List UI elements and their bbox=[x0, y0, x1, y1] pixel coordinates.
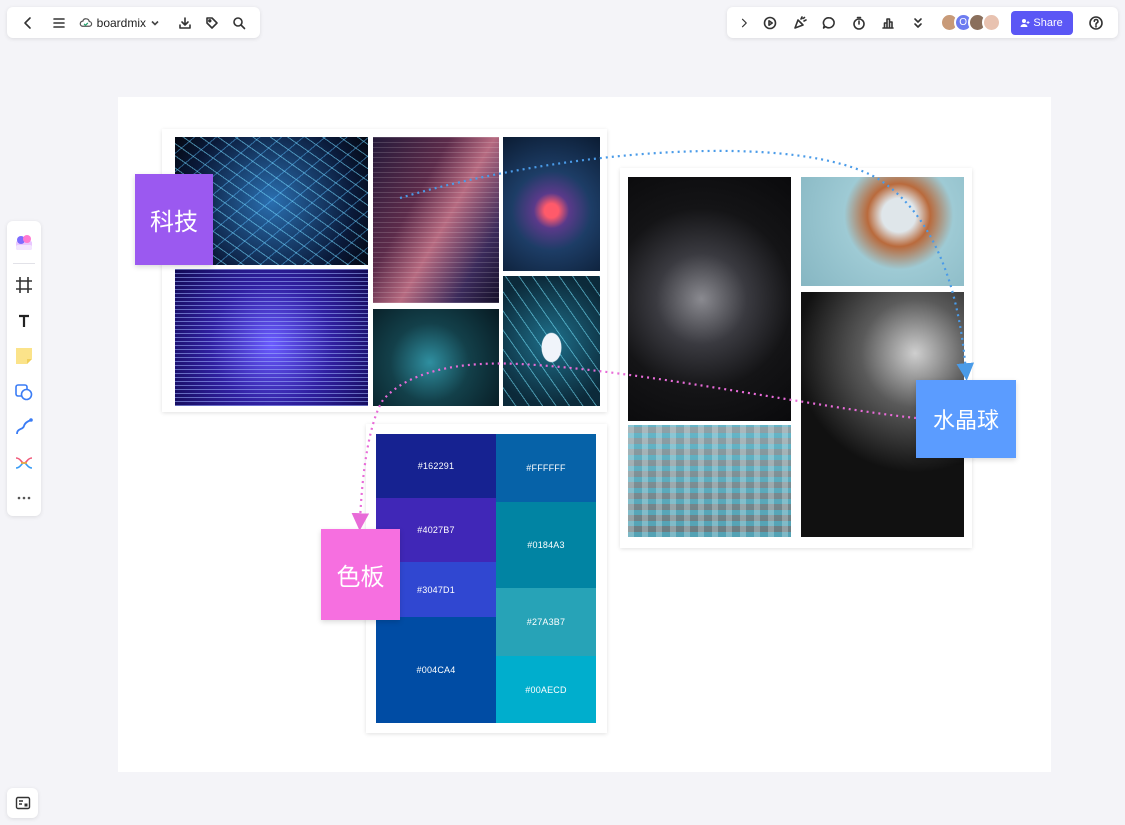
mindmap-icon[interactable] bbox=[9, 445, 39, 481]
tech-photo-cube[interactable] bbox=[503, 137, 600, 271]
collaborator-avatars[interactable]: O bbox=[939, 13, 1001, 32]
crystal-moodboard[interactable] bbox=[620, 168, 972, 548]
minimap-button[interactable] bbox=[7, 788, 38, 818]
palette-swatch[interactable]: #0184A3 bbox=[496, 502, 596, 588]
comment-icon[interactable] bbox=[816, 9, 844, 37]
share-button[interactable]: Share bbox=[1010, 10, 1073, 35]
templates-icon[interactable] bbox=[9, 225, 39, 261]
crystal-photo-sphere[interactable] bbox=[628, 177, 791, 421]
menu-icon[interactable] bbox=[46, 9, 71, 37]
pen-icon[interactable] bbox=[9, 409, 39, 445]
palette-swatch[interactable]: #162291 bbox=[376, 434, 496, 498]
more-icon[interactable] bbox=[9, 480, 39, 516]
palette-swatch[interactable]: #004CA4 bbox=[376, 617, 496, 723]
text-icon[interactable] bbox=[9, 303, 39, 339]
palette-swatch[interactable]: #FFFFFF bbox=[496, 434, 596, 502]
tech-photo-lab[interactable] bbox=[373, 309, 499, 406]
play-icon[interactable] bbox=[757, 9, 785, 37]
search-icon[interactable] bbox=[227, 9, 252, 37]
palette-swatch[interactable]: #00AECD bbox=[496, 656, 596, 723]
sticky-label: 色板 bbox=[336, 563, 385, 591]
sticky-note-crystal[interactable]: 水晶球 bbox=[916, 380, 1016, 458]
minimap-icon bbox=[15, 796, 30, 810]
toolbar-divider bbox=[13, 262, 35, 264]
tech-photo-robot[interactable] bbox=[503, 276, 600, 406]
tech-photo-person[interactable] bbox=[373, 137, 499, 303]
help-icon[interactable] bbox=[1083, 9, 1111, 37]
avatar bbox=[981, 13, 1001, 32]
shape-icon[interactable] bbox=[9, 374, 39, 410]
left-toolbar bbox=[7, 221, 41, 516]
share-label: Share bbox=[1033, 16, 1063, 29]
download-icon[interactable] bbox=[172, 9, 197, 37]
vote-icon[interactable] bbox=[875, 9, 903, 37]
timer-icon[interactable] bbox=[845, 9, 873, 37]
sticky-label: 水晶球 bbox=[932, 409, 999, 434]
frame-icon[interactable] bbox=[9, 267, 39, 303]
palette-swatch[interactable]: #27A3B7 bbox=[496, 588, 596, 656]
crystal-photo-disco[interactable] bbox=[801, 177, 964, 286]
tag-icon[interactable] bbox=[199, 9, 224, 37]
celebrate-icon[interactable] bbox=[786, 9, 814, 37]
sticky-label: 科技 bbox=[150, 208, 198, 236]
app-name: boardmix bbox=[96, 15, 147, 30]
chevron-down-icon bbox=[151, 20, 159, 26]
tech-moodboard[interactable] bbox=[162, 129, 607, 412]
top-left-toolbar: boardmix bbox=[7, 7, 260, 38]
top-right-toolbar: O Share bbox=[727, 7, 1118, 38]
cloud-icon bbox=[79, 18, 92, 27]
tech-photo-code[interactable] bbox=[175, 269, 368, 406]
back-icon[interactable] bbox=[15, 9, 40, 37]
add-user-icon bbox=[1020, 18, 1030, 27]
expand-icon[interactable] bbox=[735, 9, 753, 37]
sticky-note-icon[interactable] bbox=[9, 338, 39, 374]
color-palette[interactable]: #162291 #4027B7 #3047D1 #004CA4 #FFFFFF … bbox=[366, 424, 607, 733]
sticky-note-palette[interactable]: 色板 bbox=[321, 529, 400, 620]
more-down-icon[interactable] bbox=[904, 9, 932, 37]
board-name-dropdown[interactable]: boardmix bbox=[72, 9, 166, 37]
crystal-photo-bokeh[interactable] bbox=[628, 425, 791, 537]
sticky-note-tech[interactable]: 科技 bbox=[135, 174, 213, 265]
